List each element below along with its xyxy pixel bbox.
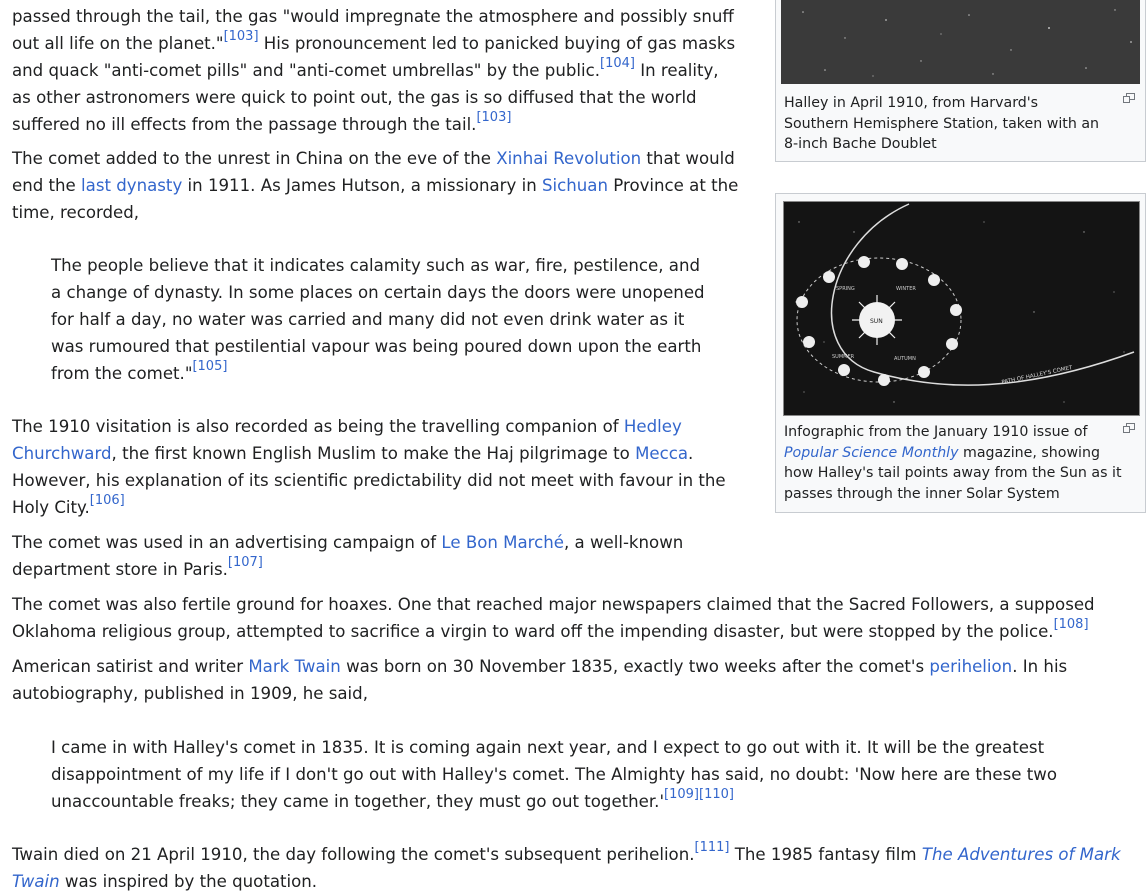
- winter-label: WINTER: [896, 286, 916, 292]
- thumbnail-caption: Infographic from the January 1910 issue …: [784, 422, 1122, 505]
- quote-line: I came in with Halley's comet in 1835. I…: [51, 738, 1045, 757]
- quote-line: a change of dynasty. In some places on c…: [51, 283, 705, 302]
- blockquote-hutson: The people believe that it indicates cal…: [51, 252, 705, 387]
- link-mark-twain[interactable]: Mark Twain: [248, 657, 340, 676]
- summer-label: SUMMER: [832, 354, 855, 360]
- citation-110[interactable]: [110]: [699, 787, 734, 802]
- link-hedley-churchward[interactable]: Churchward: [12, 444, 112, 463]
- caption-line: Southern Hemisphere Station, taken with …: [784, 115, 1100, 132]
- link-perihelion[interactable]: perihelion: [929, 657, 1012, 676]
- star-field-graphic: [781, 0, 1140, 84]
- quote-line: from the comet."[105]: [51, 359, 228, 383]
- text-line: The comet added to the unrest in China o…: [12, 149, 735, 168]
- paragraph-twain-death: Twain died on 21 April 1910, the day fol…: [12, 841, 1121, 895]
- autumn-label: AUTUMN: [894, 356, 916, 362]
- caption-line: Popular Science Monthly magazine, showin…: [784, 444, 1100, 461]
- paragraph-hoaxes: The comet was also fertile ground for ho…: [12, 591, 1095, 645]
- caption-line: how Halley's tail points away from the S…: [784, 465, 1122, 482]
- quote-line: was rumoured that pestilential vapour wa…: [51, 337, 702, 356]
- link-mecca[interactable]: Mecca: [635, 444, 688, 463]
- link-xinhai-revolution[interactable]: Xinhai Revolution: [496, 149, 641, 168]
- text-line: as other astronomers were quick to point…: [12, 88, 697, 107]
- citation-104[interactable]: [104]: [600, 56, 635, 71]
- text-line: autobiography, published in 1909, he sai…: [12, 684, 368, 703]
- link-adventures-of-mark-twain[interactable]: Twain: [12, 872, 60, 891]
- link-hedley-churchward[interactable]: Hedley: [624, 417, 682, 436]
- caption-line: 8-inch Bache Doublet: [784, 136, 937, 153]
- paragraph-churchward: The 1910 visitation is also recorded as …: [12, 413, 726, 521]
- enlarge-icon[interactable]: [1123, 93, 1135, 103]
- citation-105[interactable]: [105]: [192, 359, 227, 374]
- text-line: The 1910 visitation is also recorded as …: [12, 417, 682, 436]
- text-line: The comet was also fertile ground for ho…: [12, 595, 1095, 614]
- quote-line: unaccountable freaks; they came in toget…: [51, 787, 734, 811]
- citation-109[interactable]: [109]: [664, 787, 699, 802]
- text-line: Churchward, the first known English Musl…: [12, 444, 694, 463]
- citation-103[interactable]: [103]: [224, 29, 259, 44]
- text-line: The comet was used in an advertising cam…: [12, 533, 684, 552]
- text-line: and quack "anti-comet pills" and "anti-c…: [12, 56, 719, 80]
- link-last-dynasty[interactable]: last dynasty: [81, 176, 182, 195]
- paragraph-mark-twain: American satirist and writer Mark Twain …: [12, 653, 1067, 707]
- caption-line: Halley in April 1910, from Harvard's: [784, 95, 1039, 111]
- blockquote-twain: I came in with Halley's comet in 1835. I…: [51, 734, 1057, 815]
- text-line: However, his explanation of its scientif…: [12, 471, 726, 490]
- text-line: Twain was inspired by the quotation.: [12, 872, 318, 891]
- paragraph-china-unrest: The comet added to the unrest in China o…: [12, 145, 738, 226]
- citation-106[interactable]: [106]: [90, 493, 125, 508]
- quote-line: The people believe that it indicates cal…: [51, 256, 701, 275]
- link-sichuan[interactable]: Sichuan: [542, 176, 608, 195]
- citation-103[interactable]: [103]: [476, 110, 511, 125]
- infographic-image[interactable]: SUN SPRING WINTER SUMMER AUTUMN PATH OF …: [783, 201, 1140, 416]
- text-line: passed through the tail, the gas "would …: [12, 7, 734, 26]
- link-le-bon-marche[interactable]: Le Bon Marché: [441, 533, 564, 552]
- citation-107[interactable]: [107]: [228, 555, 263, 570]
- caption-line: passes through the inner Solar System: [784, 486, 1060, 503]
- text-line: Oklahoma religious group, attempted to s…: [12, 617, 1089, 641]
- spring-label: SPRING: [836, 286, 855, 292]
- halley-photo-image[interactable]: [781, 0, 1140, 84]
- citation-108[interactable]: [108]: [1054, 617, 1089, 632]
- paragraph-bon-marche: The comet was used in an advertising cam…: [12, 529, 683, 583]
- thumbnail-caption: Halley in April 1910, from Harvard's Sou…: [784, 93, 1099, 155]
- text-line: Holy City.[106]: [12, 493, 125, 517]
- quote-line: disappointment of my life if I don't go …: [51, 765, 1057, 784]
- text-line: time, recorded,: [12, 203, 140, 222]
- enlarge-icon[interactable]: [1123, 423, 1135, 433]
- text-line: out all life on the planet."[103] His pr…: [12, 29, 736, 53]
- caption-line: Infographic from the January 1910 issue …: [784, 424, 1088, 440]
- link-adventures-of-mark-twain[interactable]: The Adventures of Mark: [922, 845, 1121, 864]
- citation-111[interactable]: [111]: [695, 840, 730, 855]
- comet-orbit-diagram: SUN SPRING WINTER SUMMER AUTUMN PATH OF …: [784, 202, 1139, 415]
- text-line: American satirist and writer Mark Twain …: [12, 657, 1068, 676]
- paragraph-gas-tail: passed through the tail, the gas "would …: [12, 3, 735, 138]
- text-line: Twain died on 21 April 1910, the day fol…: [12, 840, 1121, 864]
- thumbnail-infographic-1910: SUN SPRING WINTER SUMMER AUTUMN PATH OF …: [775, 193, 1146, 513]
- text-line: suffered no ill effects from the passage…: [12, 110, 512, 134]
- text-line: department store in Paris.[107]: [12, 555, 263, 579]
- text-line: end the last dynasty in 1911. As James H…: [12, 176, 739, 195]
- link-popular-science-monthly[interactable]: Popular Science Monthly: [784, 445, 959, 461]
- sun-label: SUN: [870, 318, 883, 325]
- quote-line: for half a day, no water was carried and…: [51, 310, 685, 329]
- thumbnail-halley-april-1910: Halley in April 1910, from Harvard's Sou…: [775, 0, 1146, 162]
